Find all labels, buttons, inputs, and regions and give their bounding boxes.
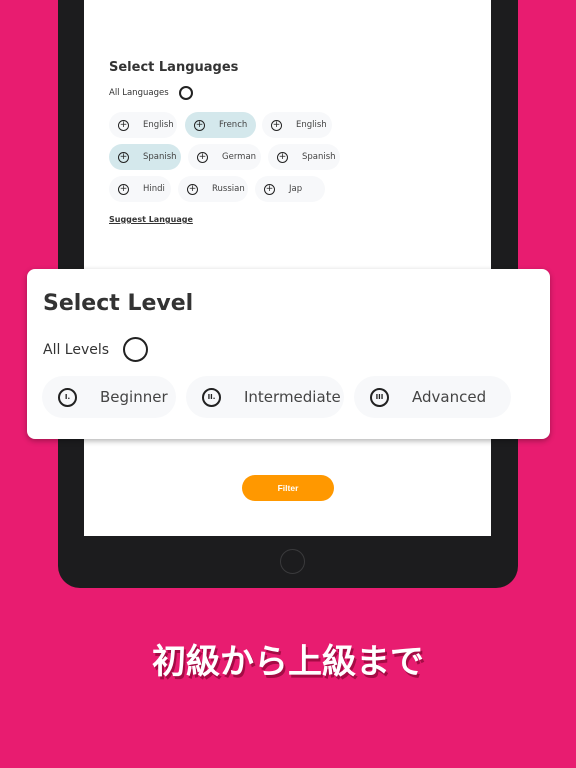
level-advanced[interactable]: III Advanced	[354, 376, 511, 418]
plus-icon: +	[118, 119, 129, 131]
language-chip[interactable]: + French	[185, 112, 256, 138]
chip-label: English	[143, 120, 174, 130]
level-intermediate[interactable]: II. Intermediate	[186, 376, 344, 418]
level-label: Advanced	[412, 388, 487, 406]
select-level-card: Select Level All Levels I. Beginner II. In…	[27, 269, 550, 439]
level-beginner[interactable]: I. Beginner	[42, 376, 176, 418]
suggest-language-link[interactable]: Suggest Language	[109, 215, 193, 224]
screen	[84, 0, 491, 536]
plus-icon: +	[194, 119, 205, 131]
all-languages-radio[interactable]	[178, 86, 193, 100]
languages-title: Select Languages	[109, 60, 239, 75]
level-two-icon: II.	[202, 387, 221, 407]
language-chip[interactable]: + Russian	[178, 176, 248, 202]
plus-icon: +	[264, 183, 275, 195]
plus-icon: +	[277, 151, 288, 163]
chip-label: Russian	[212, 184, 245, 194]
chip-label: Jap	[289, 184, 303, 194]
chip-label: English	[296, 120, 327, 130]
plus-icon: +	[197, 151, 208, 163]
plus-icon: +	[118, 183, 129, 195]
level-title: Select Level	[43, 291, 194, 316]
filter-button[interactable]: Filter	[242, 475, 334, 501]
plus-icon: +	[187, 183, 198, 195]
language-chip[interactable]: + English	[109, 112, 177, 138]
chip-label: French	[219, 120, 248, 130]
level-label: Intermediate	[244, 388, 341, 406]
level-label: Beginner	[100, 388, 168, 406]
home-button[interactable]	[280, 549, 305, 574]
chip-label: Hindi	[143, 184, 165, 194]
plus-icon: +	[271, 119, 282, 131]
language-chip[interactable]: + Jap	[255, 176, 325, 202]
level-one-icon: I.	[58, 387, 77, 407]
chip-label: Spanish	[143, 152, 177, 162]
language-chip[interactable]: + Spanish	[268, 144, 340, 170]
all-levels-label: All Levels	[43, 341, 110, 358]
language-chip[interactable]: + German	[188, 144, 261, 170]
chip-label: Spanish	[302, 152, 336, 162]
language-chip[interactable]: + Hindi	[109, 176, 171, 202]
all-levels-option[interactable]: All Levels	[43, 337, 149, 362]
plus-icon: +	[118, 151, 129, 163]
all-languages-label: All Languages	[109, 88, 169, 98]
chip-label: German	[222, 152, 257, 162]
language-chip[interactable]: + English	[262, 112, 332, 138]
all-languages-option[interactable]: All Languages	[109, 86, 193, 100]
all-levels-radio[interactable]	[123, 337, 149, 362]
promo-caption: 初級から上級まで	[152, 642, 424, 682]
level-three-icon: III	[370, 387, 389, 407]
language-chip[interactable]: + Spanish	[109, 144, 181, 170]
